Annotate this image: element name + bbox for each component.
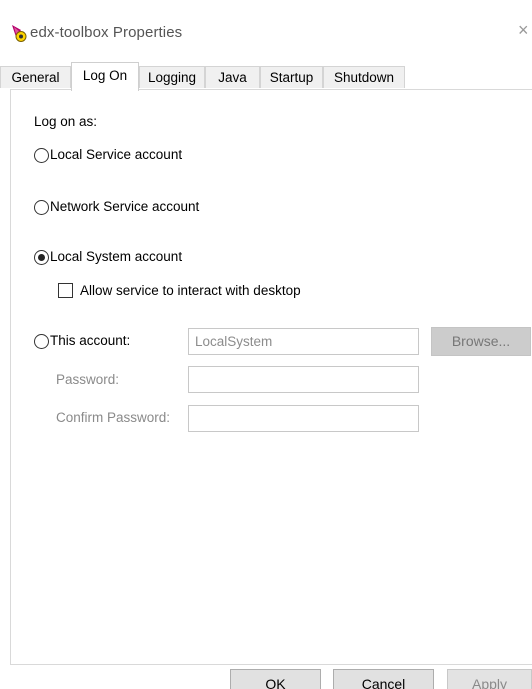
cancel-button[interactable]: Cancel: [333, 669, 434, 689]
close-icon[interactable]: ×: [518, 21, 532, 39]
radio-network-service-label[interactable]: Network Service account: [50, 199, 199, 214]
radio-local-system[interactable]: [34, 250, 49, 265]
tab-startup[interactable]: Startup: [260, 66, 323, 88]
interact-desktop-checkbox[interactable]: [58, 283, 73, 298]
apply-button[interactable]: Apply: [447, 669, 532, 689]
radio-this-account-label[interactable]: This account:: [50, 333, 130, 348]
tab-shutdown[interactable]: Shutdown: [323, 66, 405, 88]
radio-this-account[interactable]: [34, 334, 49, 349]
account-field[interactable]: LocalSystem: [188, 328, 419, 355]
radio-network-service[interactable]: [34, 200, 49, 215]
radio-local-service-label[interactable]: Local Service account: [50, 147, 182, 162]
password-label: Password:: [56, 372, 120, 387]
window-title: edx-toolbox Properties: [30, 24, 183, 41]
tab-bar: General Log On Logging Java Startup Shut…: [0, 62, 532, 91]
radio-selected-dot: [38, 254, 45, 261]
confirm-password-field[interactable]: [188, 405, 419, 432]
ok-button[interactable]: OK: [230, 669, 321, 689]
tab-general[interactable]: General: [0, 66, 71, 88]
tab-log-on[interactable]: Log On: [71, 62, 139, 91]
app-icon: [10, 24, 30, 44]
title-bar: edx-toolbox Properties ×: [0, 0, 532, 62]
tab-java[interactable]: Java: [205, 66, 260, 88]
confirm-password-label: Confirm Password:: [56, 410, 171, 425]
tab-logging[interactable]: Logging: [139, 66, 205, 88]
browse-button[interactable]: Browse...: [431, 327, 531, 356]
interact-desktop-label[interactable]: Allow service to interact with desktop: [80, 283, 301, 298]
radio-local-service[interactable]: [34, 148, 49, 163]
log-on-as-heading: Log on as:: [34, 114, 98, 129]
password-field[interactable]: [188, 366, 419, 393]
radio-local-system-label[interactable]: Local System account: [50, 249, 182, 264]
